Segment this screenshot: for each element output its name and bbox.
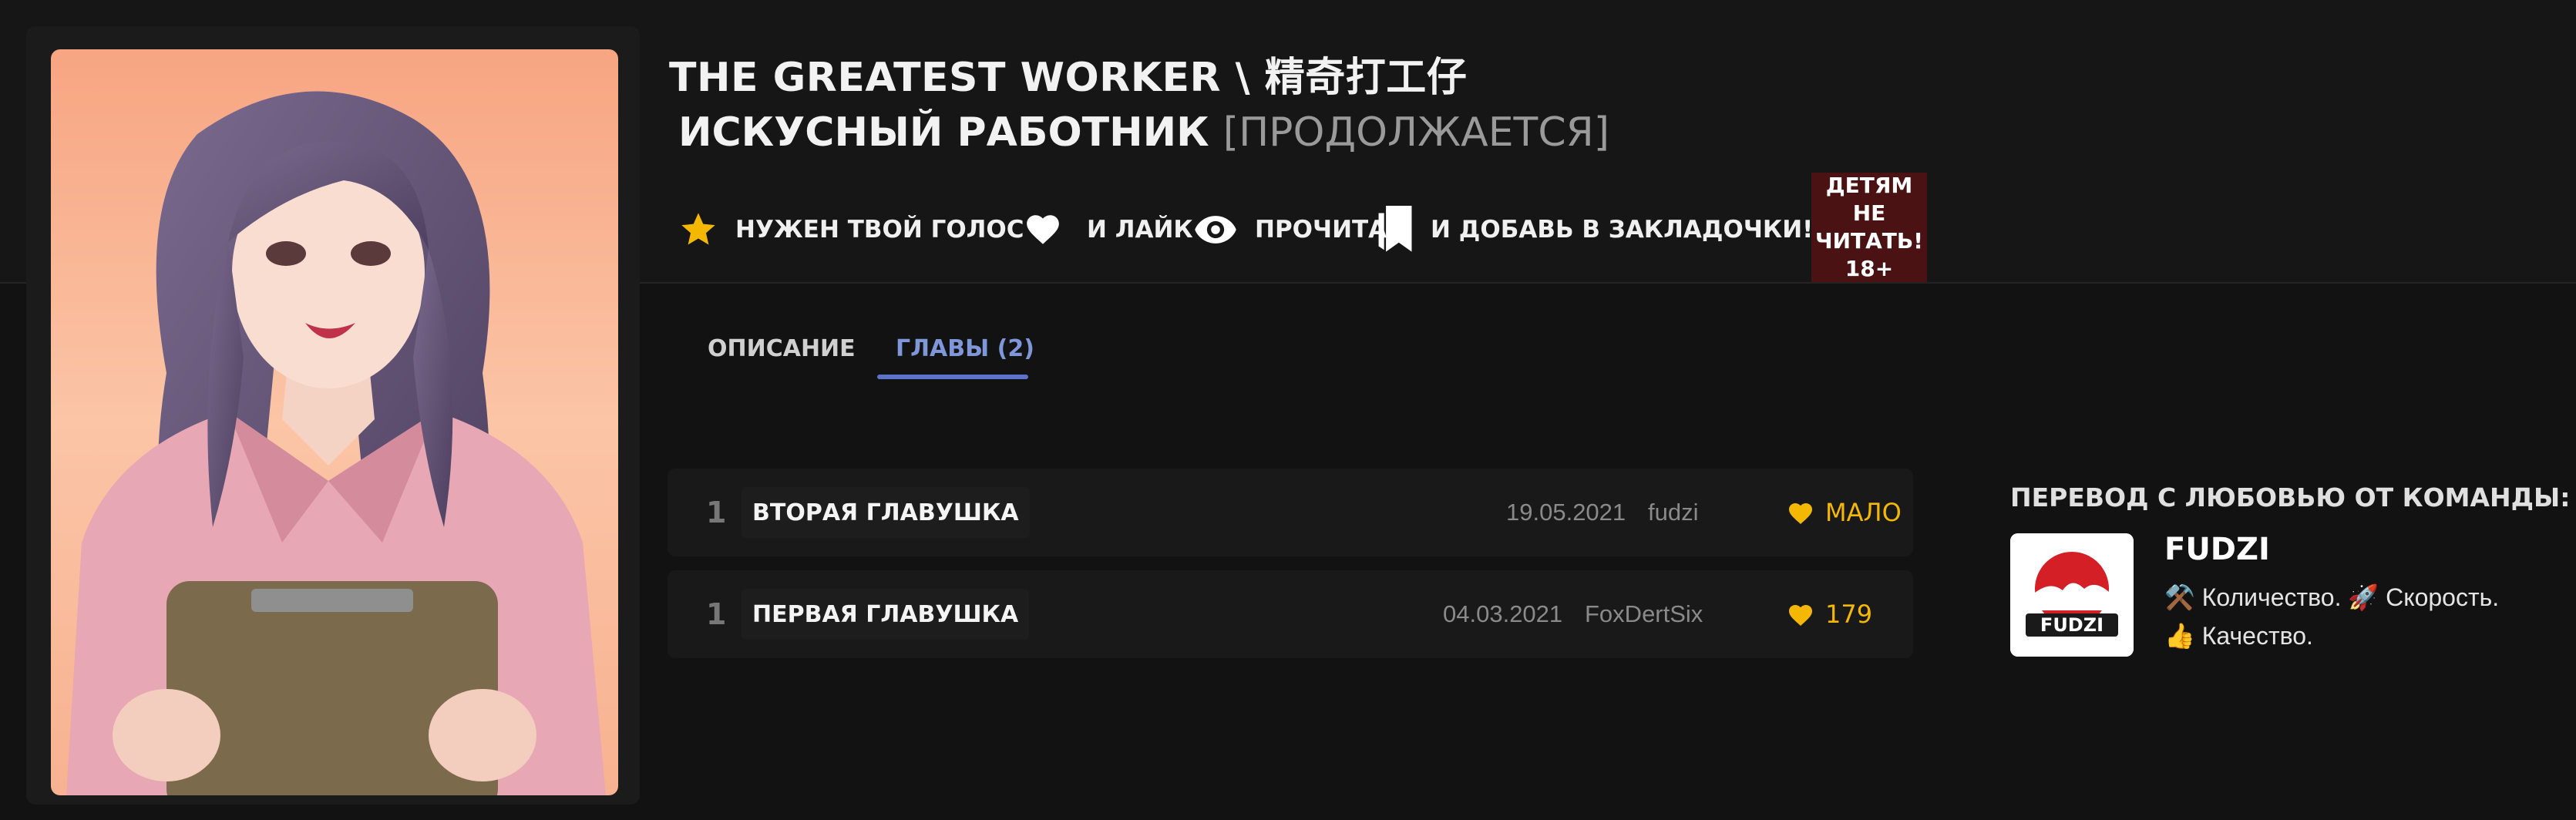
chapter-title[interactable]: ВТОРАЯ ГЛАВУШКА <box>742 487 1030 538</box>
star-icon <box>681 213 715 245</box>
team-heading: ПЕРЕВОД С ЛЮБОВЬЮ ОТ КОМАНДЫ: <box>2010 482 2571 512</box>
title-text: ИСКУСНЫЙ РАБОТНИК <box>678 109 1209 156</box>
age-line-3: 18+ <box>1845 256 1894 281</box>
active-tab-indicator <box>877 375 1028 379</box>
cover-image[interactable] <box>51 49 618 795</box>
likes-count: МАЛО <box>1825 498 1902 527</box>
chapter-title[interactable]: ПЕРВАЯ ГЛАВУШКА <box>742 589 1030 640</box>
chapter-translator[interactable]: fudzi <box>1648 469 1698 556</box>
team-logo-image: FUDZI <box>2010 533 2134 657</box>
manga-title-russian: ИСКУСНЫЙ РАБОТНИК [ПРОДОЛЖАЕТСЯ] <box>678 109 1609 156</box>
manga-title-original: THE GREATEST WORKER \ 精奇打工仔 <box>669 55 1468 101</box>
bookmark-button[interactable]: И ДОБАВЬ В ЗАКЛАДОЧКИ! <box>1377 202 1813 257</box>
bookmark-icon <box>1378 206 1412 252</box>
chapter-likes[interactable]: 179 <box>1787 570 1872 658</box>
chapter-date: 19.05.2021 <box>1506 499 1626 526</box>
chapter-likes[interactable]: МАЛО <box>1787 469 1902 556</box>
heart-icon <box>1789 605 1812 626</box>
age-restriction-badge: ДЕТЯМ НЕ ЧИТАТЬ! 18+ <box>1811 173 1927 282</box>
bookmark-label: И ДОБАВЬ В ЗАКЛАДОЧКИ! <box>1431 216 1814 244</box>
like-button[interactable]: И ЛАЙК <box>1024 202 1193 257</box>
team-description-line-2: 👍 Качество. <box>2164 622 2313 650</box>
vote-label: НУЖЕН ТВОЙ ГОЛОС <box>735 216 1024 244</box>
read-button[interactable]: ПРОЧИТАЙ <box>1193 202 1407 257</box>
likes-count: 179 <box>1825 600 1873 629</box>
vote-button[interactable]: НУЖЕН ТВОЙ ГОЛОС <box>678 202 1024 257</box>
chapter-row[interactable]: 1 ПЕРВАЯ ГЛАВУШКА 04.03.2021 FoxDertSix … <box>668 570 1913 658</box>
team-logo[interactable]: FUDZI <box>2010 533 2134 657</box>
tab-chapters[interactable]: ГЛАВЫ (2) <box>896 316 1034 381</box>
team-logo-text: FUDZI <box>2040 614 2104 636</box>
age-line-1: ДЕТЯМ НЕ <box>1825 173 1913 226</box>
team-name[interactable]: FUDZI <box>2164 532 2270 567</box>
chapter-date: 04.03.2021 <box>1443 600 1563 627</box>
heart-icon <box>1027 215 1059 244</box>
team-description-line-1: ⚒️ Количество. 🚀 Скорость. <box>2164 583 2500 611</box>
tab-description[interactable]: ОПИСАНИЕ <box>708 316 856 381</box>
cover-art <box>51 49 618 795</box>
chapter-number: 1 <box>706 597 727 631</box>
age-line-2: ЧИТАТЬ! <box>1814 228 1924 254</box>
chapter-number: 1 <box>706 496 727 529</box>
chapter-translator[interactable]: FoxDertSix <box>1585 570 1703 658</box>
eye-icon <box>1195 216 1236 244</box>
heart-icon <box>1789 503 1812 524</box>
chapter-row[interactable]: 1 ВТОРАЯ ГЛАВУШКА 19.05.2021 fudzi МАЛО <box>668 469 1913 556</box>
like-label: И ЛАЙК <box>1087 216 1193 244</box>
status-badge: [ПРОДОЛЖАЕТСЯ] <box>1222 109 1610 156</box>
